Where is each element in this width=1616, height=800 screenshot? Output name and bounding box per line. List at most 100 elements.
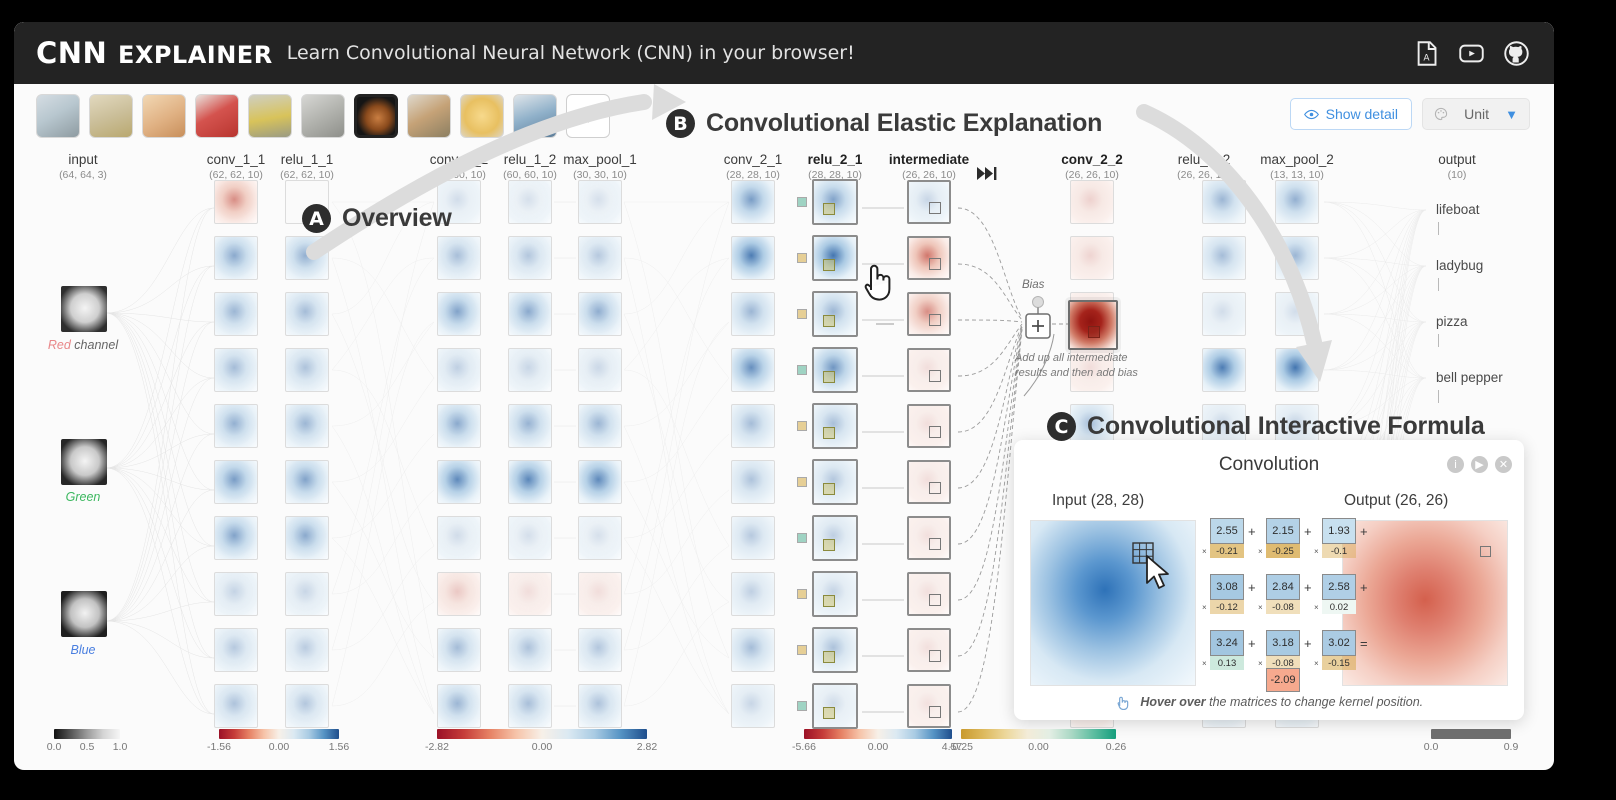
- feature-map-max_pool_1[interactable]: [578, 628, 622, 672]
- kernel-window[interactable]: [929, 426, 941, 438]
- feature-map-conv_2_2[interactable]: [1070, 180, 1114, 224]
- kernel-window[interactable]: [823, 651, 835, 663]
- kernel-weight-swatch[interactable]: [797, 309, 807, 319]
- feature-map-relu_1_2[interactable]: [508, 684, 552, 728]
- kernel-window[interactable]: [929, 650, 941, 662]
- formula-cell[interactable]: 2.84 × -0.08: [1258, 574, 1300, 614]
- feature-map-conv_1_2[interactable]: [437, 348, 481, 392]
- feature-map-relu_1_2[interactable]: [508, 292, 552, 336]
- feature-map-conv_1_1[interactable]: [214, 180, 258, 224]
- feature-map-conv_1_2[interactable]: [437, 460, 481, 504]
- feature-map-conv_2_2-active[interactable]: [1068, 300, 1118, 350]
- feature-map-conv_2_1[interactable]: [731, 628, 775, 672]
- kernel-weight-swatch[interactable]: [797, 365, 807, 375]
- kernel-weight-swatch[interactable]: [797, 589, 807, 599]
- feature-map-relu_2_2[interactable]: [1202, 180, 1246, 224]
- thumbnail-sports-car[interactable]: [513, 94, 557, 138]
- skip-forward-icon[interactable]: [976, 166, 998, 181]
- feature-map-relu_1_1[interactable]: [285, 236, 329, 280]
- feature-map-relu_1_2[interactable]: [508, 180, 552, 224]
- kernel-weight-swatch[interactable]: [797, 533, 807, 543]
- feature-map-relu_1_1[interactable]: [285, 348, 329, 392]
- kernel-window[interactable]: [823, 203, 835, 215]
- thumbnail-bell-pepper[interactable]: [195, 94, 239, 138]
- feature-map-relu_1_2[interactable]: [508, 516, 552, 560]
- kernel-weight-swatch[interactable]: [797, 477, 807, 487]
- feature-map-relu_2_1[interactable]: [812, 403, 858, 449]
- feature-map-relu_2_2[interactable]: [1202, 236, 1246, 280]
- feature-map-conv_1_1[interactable]: [214, 404, 258, 448]
- formula-cell[interactable]: 3.18 × -0.08: [1258, 630, 1300, 670]
- feature-map-relu_1_2[interactable]: [508, 628, 552, 672]
- feature-map-conv_2_1[interactable]: [731, 572, 775, 616]
- feature-map-conv_2_1[interactable]: [731, 348, 775, 392]
- feature-map-conv_1_2[interactable]: [437, 572, 481, 616]
- feature-map-conv_2_1[interactable]: [731, 684, 775, 728]
- feature-map-max_pool_2[interactable]: [1275, 180, 1319, 224]
- feature-map-max_pool_1[interactable]: [578, 572, 622, 616]
- panel-input-matrix[interactable]: [1030, 520, 1196, 686]
- feature-map-conv_1_1[interactable]: [214, 628, 258, 672]
- kernel-window[interactable]: [929, 370, 941, 382]
- thumbnail-pizza[interactable]: [142, 94, 186, 138]
- feature-map-relu_1_2[interactable]: [508, 572, 552, 616]
- input-channel-green[interactable]: [61, 439, 107, 485]
- feature-map-max_pool_1[interactable]: [578, 404, 622, 448]
- feature-map-max_pool_1[interactable]: [578, 292, 622, 336]
- pdf-icon[interactable]: A: [1413, 40, 1440, 67]
- feature-map-conv_1_1[interactable]: [214, 516, 258, 560]
- feature-map-max_pool_1[interactable]: [578, 236, 622, 280]
- feature-map-conv_1_1[interactable]: [214, 236, 258, 280]
- feature-map-conv_1_2[interactable]: [437, 236, 481, 280]
- kernel-weight-swatch[interactable]: [797, 421, 807, 431]
- feature-map-max_pool_2[interactable]: [1275, 236, 1319, 280]
- kernel-window[interactable]: [929, 258, 941, 270]
- kernel-window[interactable]: [929, 202, 941, 214]
- feature-map-conv_2_1[interactable]: [731, 292, 775, 336]
- thumbnail-orange[interactable]: [460, 94, 504, 138]
- feature-map-max_pool_1[interactable]: [578, 684, 622, 728]
- feature-map-relu_1_1[interactable]: [285, 572, 329, 616]
- play-icon[interactable]: ▶: [1471, 456, 1488, 473]
- feature-map-conv_1_2[interactable]: [437, 628, 481, 672]
- unit-select[interactable]: Unit ▼: [1422, 98, 1530, 130]
- show-detail-button[interactable]: Show detail: [1289, 98, 1412, 130]
- kernel-window[interactable]: [929, 538, 941, 550]
- feature-map-conv_2_1[interactable]: [731, 460, 775, 504]
- feature-map-relu_2_2[interactable]: [1202, 348, 1246, 392]
- kernel-window[interactable]: [823, 259, 835, 271]
- kernel-window[interactable]: [929, 314, 941, 326]
- info-icon[interactable]: i: [1447, 456, 1464, 473]
- feature-map-conv_1_1[interactable]: [214, 460, 258, 504]
- feature-map-conv_1_2[interactable]: [437, 292, 481, 336]
- feature-map-conv_1_1[interactable]: [214, 348, 258, 392]
- formula-cell[interactable]: 3.08 × -0.12: [1202, 574, 1244, 614]
- feature-map-relu_1_1[interactable]: [285, 404, 329, 448]
- thumbnail-koala[interactable]: [301, 94, 345, 138]
- kernel-weight-swatch[interactable]: [797, 645, 807, 655]
- feature-map-relu_2_1[interactable]: [812, 235, 858, 281]
- input-channel-red[interactable]: [61, 286, 107, 332]
- output-class-ladybug[interactable]: ladybug: [1436, 258, 1483, 273]
- formula-cell[interactable]: 2.55 × -0.21: [1202, 518, 1244, 558]
- feature-map-relu_1_1[interactable]: [285, 684, 329, 728]
- feature-map-conv_2_1[interactable]: [731, 236, 775, 280]
- panel-output-matrix[interactable]: [1342, 520, 1508, 686]
- feature-map-conv_1_2[interactable]: [437, 516, 481, 560]
- feature-map-relu_2_1[interactable]: [812, 627, 858, 673]
- feature-map-relu_2_1[interactable]: [812, 347, 858, 393]
- thumbnail-espresso-cup[interactable]: [354, 94, 398, 138]
- formula-cell[interactable]: 1.93 × -0.1: [1314, 518, 1356, 558]
- feature-map-max_pool_1[interactable]: [578, 460, 622, 504]
- feature-map-max_pool_2[interactable]: [1275, 292, 1319, 336]
- kernel-window[interactable]: [1088, 326, 1100, 338]
- kernel-weight-swatch[interactable]: [797, 701, 807, 711]
- feature-map-relu_2_1[interactable]: [812, 459, 858, 505]
- formula-cell[interactable]: 3.24 × 0.13: [1202, 630, 1244, 670]
- feature-map-relu_1_2[interactable]: [508, 404, 552, 448]
- feature-map-conv_1_1[interactable]: [214, 292, 258, 336]
- thumbnail-ladybug[interactable]: [89, 94, 133, 138]
- kernel-weight-swatch[interactable]: [797, 197, 807, 207]
- feature-map-conv_2_1[interactable]: [731, 516, 775, 560]
- kernel-window[interactable]: [823, 427, 835, 439]
